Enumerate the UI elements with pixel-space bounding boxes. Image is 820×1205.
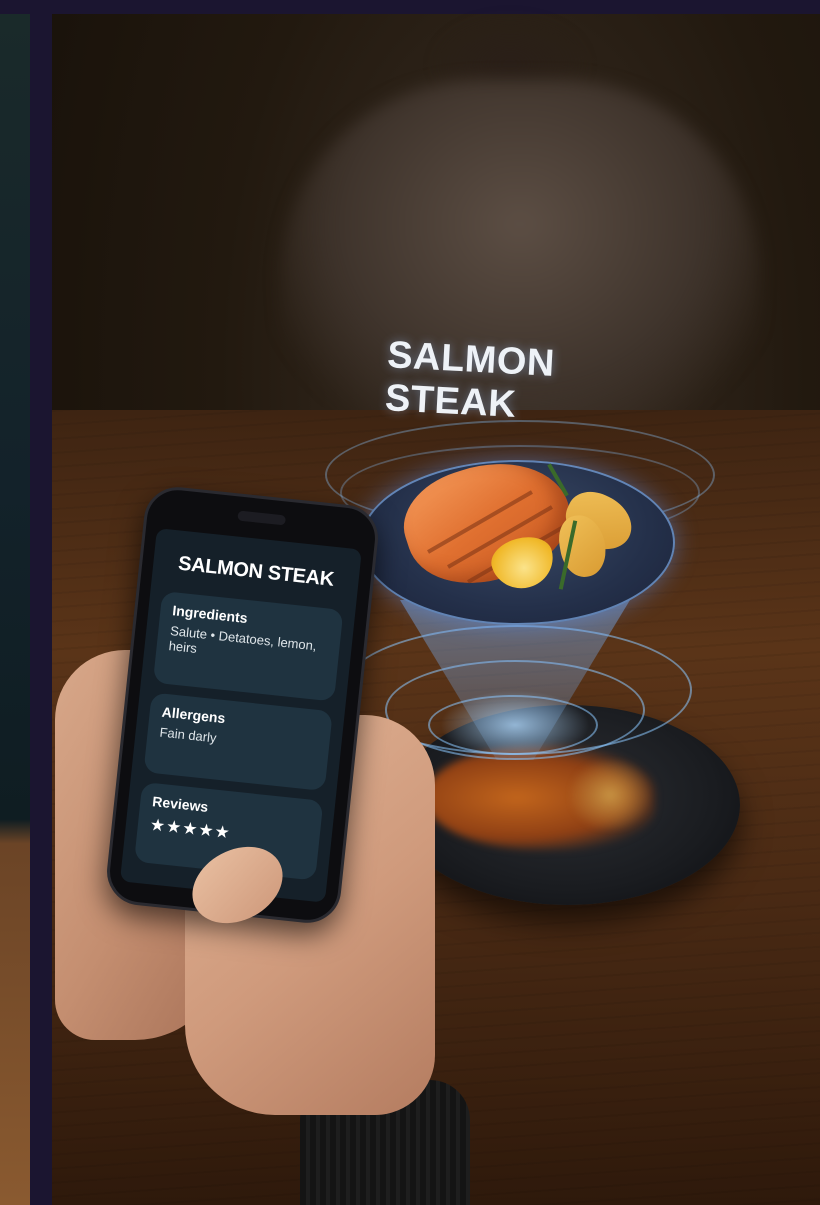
allergens-card[interactable]: Allergens Fain darly [143, 692, 333, 792]
phone-notch [237, 510, 287, 526]
left-frame-strip [0, 0, 32, 1205]
holo-glow [440, 690, 590, 760]
photo-scene: SALMON STEAK SALMON STEAK Ingredients Sa… [0, 0, 820, 1205]
left-frame-border [30, 0, 52, 1205]
dish-title: SALMON STEAK [177, 552, 335, 591]
real-potatoes-blurred [570, 760, 650, 830]
ingredients-card[interactable]: Ingredients Salute • Detatoes, lemon, he… [152, 591, 344, 702]
hologram-title: SALMON STEAK [384, 334, 556, 426]
top-frame-border [0, 0, 820, 14]
